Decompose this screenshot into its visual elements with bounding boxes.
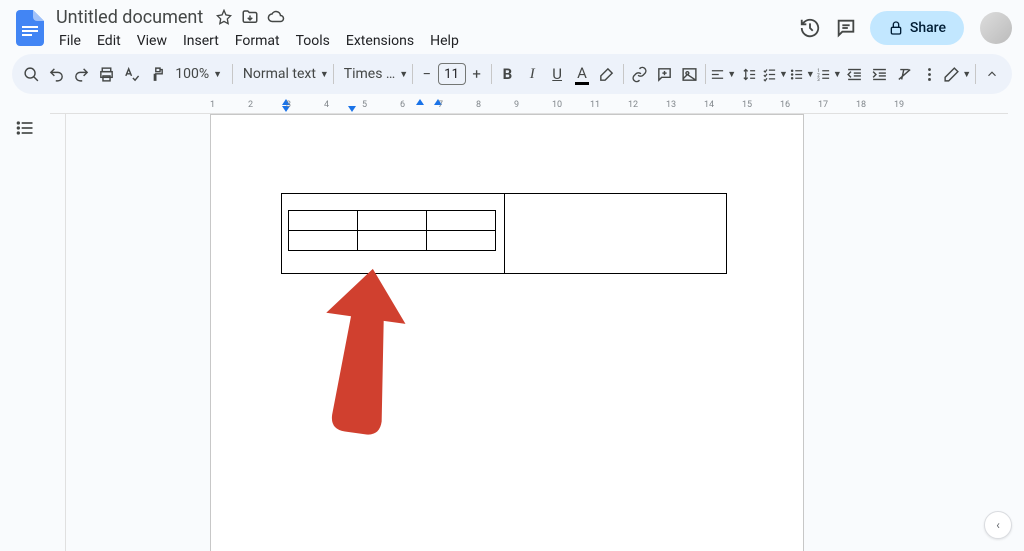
move-folder-icon[interactable] bbox=[241, 8, 259, 26]
outer-table[interactable] bbox=[281, 193, 727, 274]
styles-dropdown[interactable]: Normal text▼ bbox=[237, 60, 329, 88]
checklist-icon[interactable]: ▼ bbox=[762, 60, 788, 88]
print-icon[interactable] bbox=[95, 60, 119, 88]
font-size-input[interactable] bbox=[438, 63, 466, 85]
menu-extensions[interactable]: Extensions bbox=[339, 31, 421, 51]
comments-icon[interactable] bbox=[834, 16, 858, 40]
star-icon[interactable] bbox=[215, 8, 233, 26]
menu-file[interactable]: File bbox=[52, 31, 88, 51]
align-dropdown[interactable]: ▼ bbox=[710, 60, 736, 88]
underline-icon[interactable]: U bbox=[545, 60, 569, 88]
outline-icon[interactable] bbox=[13, 116, 37, 140]
menu-tools[interactable]: Tools bbox=[289, 31, 337, 51]
italic-icon[interactable]: I bbox=[520, 60, 544, 88]
redo-icon[interactable] bbox=[70, 60, 94, 88]
menu-view[interactable]: View bbox=[130, 31, 174, 51]
menu-help[interactable]: Help bbox=[423, 31, 466, 51]
share-label: Share bbox=[910, 20, 946, 36]
menu-edit[interactable]: Edit bbox=[90, 31, 128, 51]
horizontal-ruler[interactable]: 12345678910111213141516171819 bbox=[50, 98, 1008, 114]
toolbar: 100%▼ Normal text▼ Times …▼ − + B I U A … bbox=[12, 54, 1012, 94]
clear-formatting-icon[interactable] bbox=[893, 60, 917, 88]
decrease-font-icon[interactable]: − bbox=[417, 60, 437, 88]
svg-text:3: 3 bbox=[817, 77, 820, 81]
text-color-icon[interactable]: A bbox=[570, 60, 594, 88]
paint-format-icon[interactable] bbox=[144, 60, 168, 88]
numbered-list-icon[interactable]: 123▼ bbox=[816, 60, 842, 88]
bulleted-list-icon[interactable]: ▼ bbox=[789, 60, 815, 88]
increase-font-icon[interactable]: + bbox=[467, 60, 487, 88]
insert-image-icon[interactable] bbox=[677, 60, 701, 88]
menu-insert[interactable]: Insert bbox=[176, 31, 226, 51]
document-title[interactable]: Untitled document bbox=[52, 7, 207, 28]
cloud-status-icon[interactable] bbox=[267, 8, 285, 26]
document-page[interactable] bbox=[210, 114, 804, 551]
menubar: File Edit View Insert Format Tools Exten… bbox=[52, 31, 798, 51]
docs-logo[interactable] bbox=[12, 10, 48, 46]
link-icon[interactable] bbox=[628, 60, 652, 88]
decrease-indent-icon[interactable] bbox=[843, 60, 867, 88]
user-avatar[interactable] bbox=[980, 12, 1012, 44]
vertical-ruler[interactable] bbox=[50, 114, 66, 551]
editing-mode-icon[interactable]: ▼ bbox=[943, 60, 971, 88]
search-menus-icon[interactable] bbox=[20, 60, 44, 88]
history-icon[interactable] bbox=[798, 16, 822, 40]
font-dropdown[interactable]: Times …▼ bbox=[338, 60, 408, 88]
lock-icon bbox=[888, 20, 904, 36]
line-spacing-icon[interactable] bbox=[737, 60, 761, 88]
undo-icon[interactable] bbox=[45, 60, 69, 88]
menu-format[interactable]: Format bbox=[228, 31, 287, 51]
annotation-arrow bbox=[306, 263, 426, 443]
spellcheck-icon[interactable] bbox=[120, 60, 144, 88]
more-icon[interactable] bbox=[917, 60, 941, 88]
highlight-icon[interactable] bbox=[595, 60, 619, 88]
bold-icon[interactable]: B bbox=[495, 60, 519, 88]
explore-icon[interactable]: ‹ bbox=[984, 511, 1012, 539]
zoom-dropdown[interactable]: 100%▼ bbox=[169, 60, 228, 88]
collapse-toolbar-icon[interactable] bbox=[980, 60, 1004, 88]
increase-indent-icon[interactable] bbox=[868, 60, 892, 88]
share-button[interactable]: Share bbox=[870, 11, 964, 45]
add-comment-icon[interactable] bbox=[653, 60, 677, 88]
inner-table[interactable] bbox=[288, 210, 496, 251]
